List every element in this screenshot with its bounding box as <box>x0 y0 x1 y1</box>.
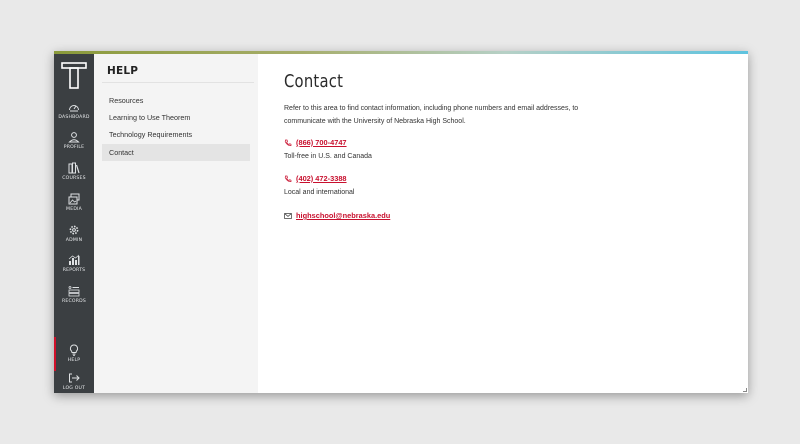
theorem-logo-icon[interactable] <box>61 62 87 90</box>
nav-admin[interactable]: ADMIN <box>54 224 94 252</box>
email-line: highschool@nebraska.edu <box>284 211 390 220</box>
email-link[interactable]: highschool@nebraska.edu <box>296 211 390 220</box>
page-title: Contact <box>284 71 344 92</box>
records-list-icon <box>68 286 80 297</box>
phone-line-tollfree: (866) 700-4747 <box>284 138 347 147</box>
app-window: DASHBOARD PROFILE COURSES MEDIA ADMIN RE… <box>54 51 748 393</box>
gear-icon <box>69 225 79 235</box>
nav-reports[interactable]: REPORTS <box>54 254 94 282</box>
phone-note-tollfree: Toll-free in U.S. and Canada <box>284 153 372 160</box>
nav-label: ADMIN <box>65 238 83 243</box>
logout-arrow-icon <box>69 373 80 383</box>
help-link-learning[interactable]: Learning to Use Theorem <box>102 109 250 126</box>
nav-label: LOG OUT <box>62 386 86 391</box>
nav-help[interactable]: HELP <box>54 337 94 372</box>
nav-label: HELP <box>67 358 81 363</box>
phone-icon <box>284 175 292 182</box>
phone-icon <box>284 139 292 146</box>
help-panel-title: HELP <box>107 65 139 77</box>
help-link-contact[interactable]: Contact <box>102 144 250 161</box>
nav-records[interactable]: RECORDS <box>54 285 94 313</box>
books-icon <box>68 162 80 174</box>
person-icon <box>68 132 80 143</box>
nav-label: DASHBOARD <box>58 115 90 120</box>
divider <box>102 82 254 83</box>
nav-label: RECORDS <box>62 299 86 304</box>
left-nav-rail: DASHBOARD PROFILE COURSES MEDIA ADMIN RE… <box>54 54 94 393</box>
nav-label: MEDIA <box>66 207 82 212</box>
phone-link-tollfree[interactable]: (866) 700-4747 <box>296 138 347 147</box>
phone-link-local[interactable]: (402) 472-3388 <box>296 174 347 183</box>
nav-courses[interactable]: COURSES <box>54 162 94 190</box>
nav-label: COURSES <box>62 176 86 181</box>
envelope-icon <box>284 212 292 219</box>
nav-label: PROFILE <box>63 145 85 150</box>
intro-text: Refer to this area to find contact infor… <box>284 105 579 125</box>
nav-profile[interactable]: PROFILE <box>54 131 94 159</box>
media-icon <box>68 193 80 205</box>
nav-label: REPORTS <box>62 268 86 273</box>
resize-grip[interactable] <box>743 388 747 392</box>
phone-line-local: (402) 472-3388 <box>284 174 347 183</box>
nav-logout[interactable]: LOG OUT <box>54 372 94 393</box>
dashboard-gauge-icon <box>69 105 79 112</box>
nav-dashboard[interactable]: DASHBOARD <box>54 101 94 129</box>
nav-media[interactable]: MEDIA <box>54 193 94 221</box>
help-link-technology[interactable]: Technology Requirements <box>102 126 250 143</box>
help-link-resources[interactable]: Resources <box>102 92 250 109</box>
phone-note-local: Local and international <box>284 189 355 196</box>
help-panel: HELP Resources Learning to Use Theorem T… <box>94 54 258 393</box>
main-content: Contact Refer to this area to find conta… <box>258 54 748 393</box>
lightbulb-icon <box>69 344 79 356</box>
bar-chart-icon <box>68 254 80 265</box>
